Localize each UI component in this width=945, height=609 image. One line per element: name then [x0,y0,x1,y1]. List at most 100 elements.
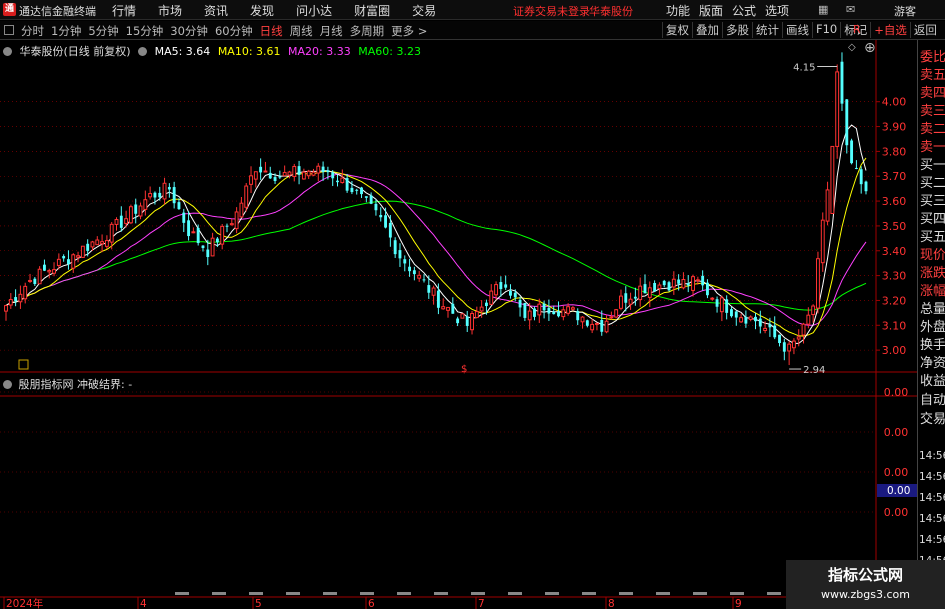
candle-body [734,311,738,318]
toggle-panel-icon[interactable] [4,25,14,35]
candle-body [104,240,109,247]
candle-body [600,320,604,332]
tab-1min[interactable]: 1分钟 [51,23,81,39]
ma60-label: MA60: 3.23 [358,45,421,58]
menu-trade[interactable]: 交易 [412,2,436,19]
tool-f10[interactable]: F10 [812,22,840,38]
menu-discover[interactable]: 发现 [250,2,274,19]
kline-chart[interactable]: 4.152.94$ 3.003.103.203.303.403.503.603.… [0,40,917,609]
candle-body [297,166,301,175]
candle-body [292,165,297,177]
login-status[interactable]: 证券交易未登录 [513,3,590,19]
tab-monthly[interactable]: 月线 [320,23,343,39]
menu-formula[interactable]: 公式 [732,2,756,19]
menu-functions[interactable]: 功能 [666,2,690,19]
candle-body [479,306,484,312]
candle-body [100,241,105,245]
sub-tick-label: 0.00 [884,506,909,519]
candle-body [56,258,61,267]
message-icon[interactable]: ✉ [846,3,855,16]
candle-body [4,305,8,312]
volume-bar [360,592,374,595]
candle-body [748,316,753,320]
candle-body [177,202,181,210]
tool-adjust[interactable]: 复权 [662,22,692,38]
candle-body [355,189,359,191]
tab-multi-period[interactable]: 多周期 [350,23,385,39]
ma10-line [5,157,867,337]
candle-body [643,284,647,294]
candle-body [624,293,628,303]
user-label[interactable]: 游客 [894,3,916,19]
side-item-14: 总量 [920,302,945,317]
menu-layout[interactable]: 版面 [699,2,723,19]
candle-body [23,285,28,300]
candle-body [239,202,244,218]
quote-side-panel: 委比 卖五 卖四 卖三 卖二 卖一 买一 买二 买三 买四 买五 现价 涨跌 涨幅 总量 外盘 换手 净资 收益 自动… [917,40,945,609]
tick-time-4: 14:56 [919,534,945,546]
tab-60min[interactable]: 60分钟 [215,23,253,39]
candle-body [504,284,508,288]
indicator-toggle-icon[interactable] [3,47,12,56]
candle-body [403,259,407,264]
tab-5min[interactable]: 5分钟 [88,23,118,39]
candle-body [778,334,781,344]
volume-bar [286,592,300,595]
candle-body [316,165,321,174]
tab-weekly[interactable]: 周线 [290,23,313,39]
candle-body [128,206,133,224]
sub-indicator-toggle-icon[interactable] [3,380,12,389]
tab-daily[interactable]: 日线 [260,23,283,39]
zoom-plus-icon[interactable]: ⊕ [864,40,876,56]
candle-body [609,316,614,319]
volume-bar [249,592,263,595]
candle-body [566,306,571,314]
menu-news[interactable]: 资讯 [204,2,228,19]
skin-icon[interactable]: ▦ [818,3,828,16]
candle-body [379,215,383,218]
candle-body [830,145,835,214]
candle-body [76,255,81,258]
tab-more[interactable]: 更多 > [391,23,427,39]
price-tick-label: 3.40 [882,245,907,258]
ma-toggle-icon[interactable] [138,47,148,56]
candle-body [754,316,757,322]
candle-body [811,305,816,316]
candle-body [71,254,76,269]
menu-quotes[interactable]: 行情 [112,2,136,19]
ma20-label: MA20: 3.33 [288,45,351,58]
volume-bar [175,592,189,595]
menu-ask[interactable]: 问小达 [296,2,332,19]
candle-body [427,285,431,293]
price-tick-label: 3.60 [882,195,907,208]
candle-body [614,309,619,318]
side-item-5: 卖一 [920,140,945,155]
candle-body [67,259,70,265]
candle-body [326,170,330,173]
candle-body [364,196,368,198]
side-item-6: 买一 [920,158,945,173]
tab-timeshare[interactable]: 分时 [21,23,44,39]
tool-back[interactable]: 返回 [909,22,940,38]
tool-overlay[interactable]: 叠加 [692,22,722,38]
menu-wealth[interactable]: 财富圈 [354,2,390,19]
candle-body [138,205,143,217]
tool-multi-stock[interactable]: 多股 [722,22,752,38]
menu-options[interactable]: 选项 [765,2,789,19]
tool-add-watchlist[interactable]: +自选 [870,22,910,38]
menu-market[interactable]: 市场 [158,2,182,19]
candle-body [388,222,392,238]
price-tick-label: 3.70 [882,170,907,183]
volume-bar [545,592,559,595]
tab-30min[interactable]: 30分钟 [170,23,208,39]
candle-body [278,176,282,178]
candle-body [42,264,46,271]
candle-body [225,225,229,227]
diamond-icon[interactable]: ◇ [848,42,856,53]
candle-body [331,172,335,179]
side-item-16: 换手 [920,338,945,353]
tool-draw[interactable]: 画线 [782,22,812,38]
tab-15min[interactable]: 15分钟 [126,23,164,39]
candle-body [393,240,397,255]
tool-stats[interactable]: 统计 [752,22,782,38]
